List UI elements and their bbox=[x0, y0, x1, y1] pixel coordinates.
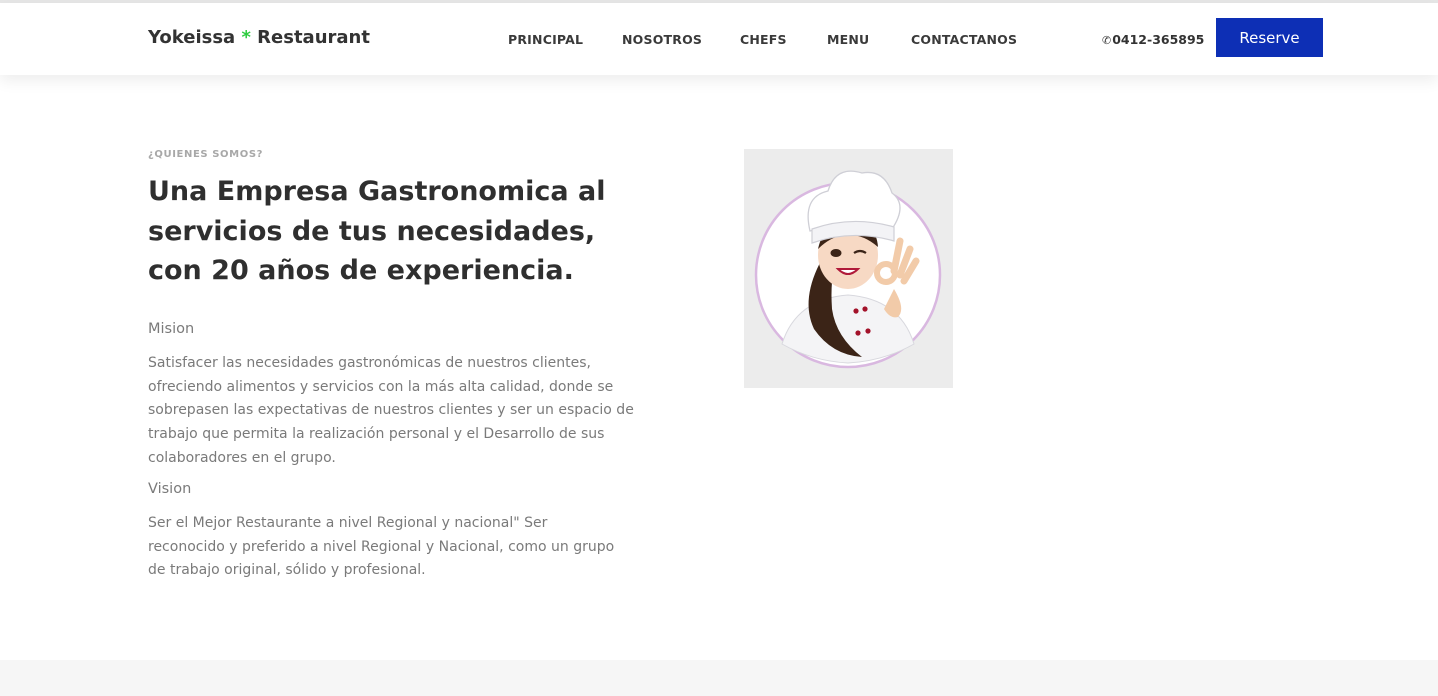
brand-logo[interactable]: Yokeissa * Restaurant bbox=[148, 27, 370, 48]
page-title: Una Empresa Gastronomica al servicios de… bbox=[148, 176, 606, 286]
brand-name-end: Restaurant bbox=[250, 27, 370, 48]
nav-item-principal[interactable]: PRINCIPAL bbox=[508, 32, 583, 47]
nav-item-chefs[interactable]: CHEFS bbox=[740, 32, 787, 47]
vision-title: Vision bbox=[148, 481, 192, 497]
phone-number: 0412-365895 bbox=[1112, 32, 1205, 47]
mision-title: Mision bbox=[148, 321, 195, 337]
nav-item-menu[interactable]: MENU bbox=[827, 32, 869, 47]
vision-text: Ser el Mejor Restaurante a nivel Regiona… bbox=[148, 515, 615, 579]
brand-name-start: Yokeissa bbox=[148, 27, 242, 48]
navbar: Yokeissa * Restaurant PRINCIPAL NOSOTROS… bbox=[0, 3, 1438, 75]
chef-illustration bbox=[744, 149, 953, 388]
mision-text: Satisfacer las necesidades gastronómicas… bbox=[148, 355, 634, 466]
nav-item-nosotros[interactable]: NOSOTROS bbox=[622, 32, 702, 47]
reserve-button[interactable]: Reserve bbox=[1216, 18, 1323, 57]
phone-icon: ✆ bbox=[1102, 34, 1112, 47]
nav-item-contactanos[interactable]: CONTACTANOS bbox=[911, 32, 1017, 47]
next-section-band bbox=[0, 660, 1438, 696]
phone-link[interactable]: ✆0412-365895 bbox=[1102, 32, 1204, 47]
brand-star: * bbox=[241, 27, 251, 48]
section-eyebrow: ¿QUIENES SOMOS? bbox=[148, 149, 264, 160]
